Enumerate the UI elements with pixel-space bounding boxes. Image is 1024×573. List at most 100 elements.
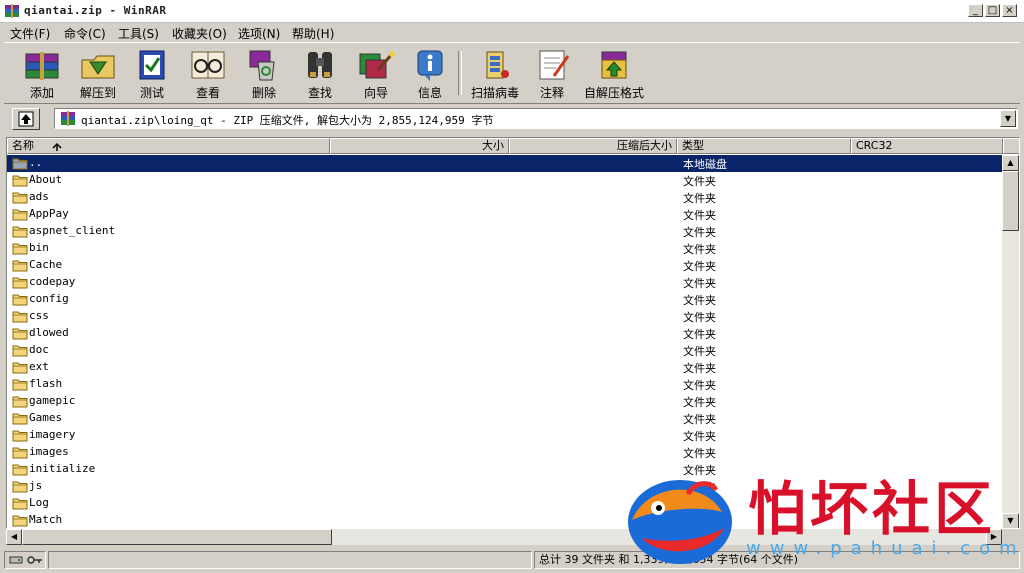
menu-commands[interactable]: 命令(C)	[64, 25, 106, 42]
comment-pen-icon	[539, 50, 570, 80]
table-row[interactable]: Games 文件夹	[7, 410, 1003, 427]
file-type: 文件夹	[683, 379, 716, 392]
column-size[interactable]: 大小	[330, 138, 509, 154]
virus-scan-label: 扫描病毒	[470, 86, 519, 100]
menu-options[interactable]: 选项(N)	[238, 25, 280, 42]
table-row[interactable]: Match 文件夹	[7, 512, 1003, 528]
menu-file[interactable]: 文件(F)	[10, 25, 50, 42]
column-packed-size[interactable]: 压缩后大小	[509, 138, 677, 154]
horizontal-scrollbar[interactable]: ◀ ▶	[6, 529, 1002, 545]
table-row[interactable]: Cache 文件夹	[7, 257, 1003, 274]
close-button[interactable]: ×	[1002, 4, 1017, 17]
column-name[interactable]: 名称	[7, 138, 330, 154]
path-dropdown-button[interactable]: ▼	[1000, 110, 1016, 127]
vertical-scrollbar[interactable]: ▲ ▼	[1002, 155, 1019, 528]
file-name: About	[29, 173, 63, 186]
comment-button[interactable]: 注释	[528, 45, 576, 101]
folder-icon	[12, 498, 28, 510]
folder-icon	[12, 260, 28, 272]
sfx-label: 自解压格式	[583, 86, 644, 100]
table-row[interactable]: config 文件夹	[7, 291, 1003, 308]
file-type: 文件夹	[683, 328, 716, 341]
add-button[interactable]: 添加	[16, 45, 68, 101]
table-row[interactable]: codepay 文件夹	[7, 274, 1003, 291]
view-button[interactable]: 查看	[182, 45, 234, 101]
folder-icon	[12, 175, 28, 187]
toolbar-separator	[458, 51, 462, 95]
extract-folder-icon	[81, 55, 115, 79]
horizontal-scroll-thumb[interactable]	[22, 529, 332, 545]
scroll-right-arrow[interactable]: ▶	[986, 529, 1002, 545]
file-type: 文件夹	[683, 345, 716, 358]
folder-icon	[12, 447, 28, 459]
file-name: Games	[29, 411, 63, 424]
table-row[interactable]: ext 文件夹	[7, 359, 1003, 376]
table-row[interactable]: doc 文件夹	[7, 342, 1003, 359]
toolbar: 添加 解压到 测试 查看 删除 查找 向导 信息 扫描病毒 注释 自解压格式	[4, 42, 1020, 104]
table-row[interactable]: ads 文件夹	[7, 189, 1003, 206]
table-row[interactable]: js 文件夹	[7, 478, 1003, 495]
delete-button[interactable]: 删除	[238, 45, 290, 101]
key-icon[interactable]	[26, 554, 43, 566]
drive-icon[interactable]	[9, 554, 23, 566]
menu-tools[interactable]: 工具(S)	[118, 25, 159, 42]
path-text: qiantai.zip\loing_qt - ZIP 压缩文件, 解包大小为 2…	[81, 114, 494, 127]
maximize-button[interactable]: □	[985, 4, 1000, 17]
table-row[interactable]: aspnet_client 文件夹	[7, 223, 1003, 240]
table-row[interactable]: About 文件夹	[7, 172, 1003, 189]
file-name: imagery	[29, 428, 76, 441]
delete-label: 删除	[251, 86, 276, 100]
file-name: ..	[29, 156, 43, 169]
virus-scan-button[interactable]: 扫描病毒	[466, 45, 524, 101]
folder-icon	[12, 345, 28, 357]
find-button[interactable]: 查找	[294, 45, 346, 101]
sfx-button[interactable]: 自解压格式	[580, 45, 648, 101]
scroll-left-arrow[interactable]: ◀	[6, 529, 22, 545]
folder-icon	[12, 277, 28, 289]
find-label: 查找	[307, 86, 332, 100]
column-crc32[interactable]: CRC32	[851, 138, 1003, 154]
binoculars-find-icon	[308, 52, 332, 78]
books-add-icon	[25, 52, 59, 80]
wizard-wand-icon	[359, 51, 395, 79]
table-row[interactable]: bin 文件夹	[7, 240, 1003, 257]
scroll-up-arrow[interactable]: ▲	[1002, 155, 1019, 171]
folder-icon	[12, 192, 28, 204]
file-name: js	[29, 479, 43, 492]
file-name: ext	[29, 360, 49, 373]
table-row[interactable]: dlowed 文件夹	[7, 325, 1003, 342]
address-bar: qiantai.zip\loing_qt - ZIP 压缩文件, 解包大小为 2…	[4, 105, 1020, 131]
view-label: 查看	[195, 86, 220, 100]
test-button[interactable]: 测试	[128, 45, 176, 101]
file-type: 文件夹	[683, 447, 716, 460]
table-row[interactable]: css 文件夹	[7, 308, 1003, 325]
vertical-scroll-thumb[interactable]	[1002, 171, 1019, 231]
file-name: ads	[29, 190, 49, 203]
table-row[interactable]: images 文件夹	[7, 444, 1003, 461]
scroll-down-arrow[interactable]: ▼	[1002, 513, 1019, 528]
menu-help[interactable]: 帮助(H)	[292, 25, 334, 42]
path-combobox[interactable]: qiantai.zip\loing_qt - ZIP 压缩文件, 解包大小为 2…	[54, 108, 1018, 129]
table-row[interactable]: initialize 文件夹	[7, 461, 1003, 478]
file-type: 文件夹	[683, 362, 716, 375]
table-row[interactable]: imagery 文件夹	[7, 427, 1003, 444]
minimize-button[interactable]: _	[968, 4, 983, 17]
table-row[interactable]: gamepic 文件夹	[7, 393, 1003, 410]
column-type[interactable]: 类型	[677, 138, 851, 154]
menu-favorites[interactable]: 收藏夹(O)	[172, 25, 227, 42]
table-row[interactable]: AppPay 文件夹	[7, 206, 1003, 223]
info-button[interactable]: 信息	[406, 45, 454, 101]
table-row[interactable]: flash 文件夹	[7, 376, 1003, 393]
folder-icon	[12, 430, 28, 442]
file-rows: .. 本地磁盘 About 文件夹 ads 文件夹 AppPay 文件夹 aspnet_clie…	[7, 155, 1003, 528]
up-folder-button[interactable]	[12, 108, 40, 130]
wizard-button[interactable]: 向导	[350, 45, 402, 101]
file-type: 文件夹	[683, 294, 716, 307]
table-row[interactable]: Log 文件夹	[7, 495, 1003, 512]
folder-icon	[12, 362, 28, 374]
extract-to-label: 解压到	[79, 86, 116, 100]
parent-folder-row[interactable]: .. 本地磁盘	[7, 155, 1003, 172]
winrar-app-icon[interactable]	[4, 4, 20, 18]
extract-to-button[interactable]: 解压到	[72, 45, 124, 101]
file-name: AppPay	[29, 207, 69, 220]
